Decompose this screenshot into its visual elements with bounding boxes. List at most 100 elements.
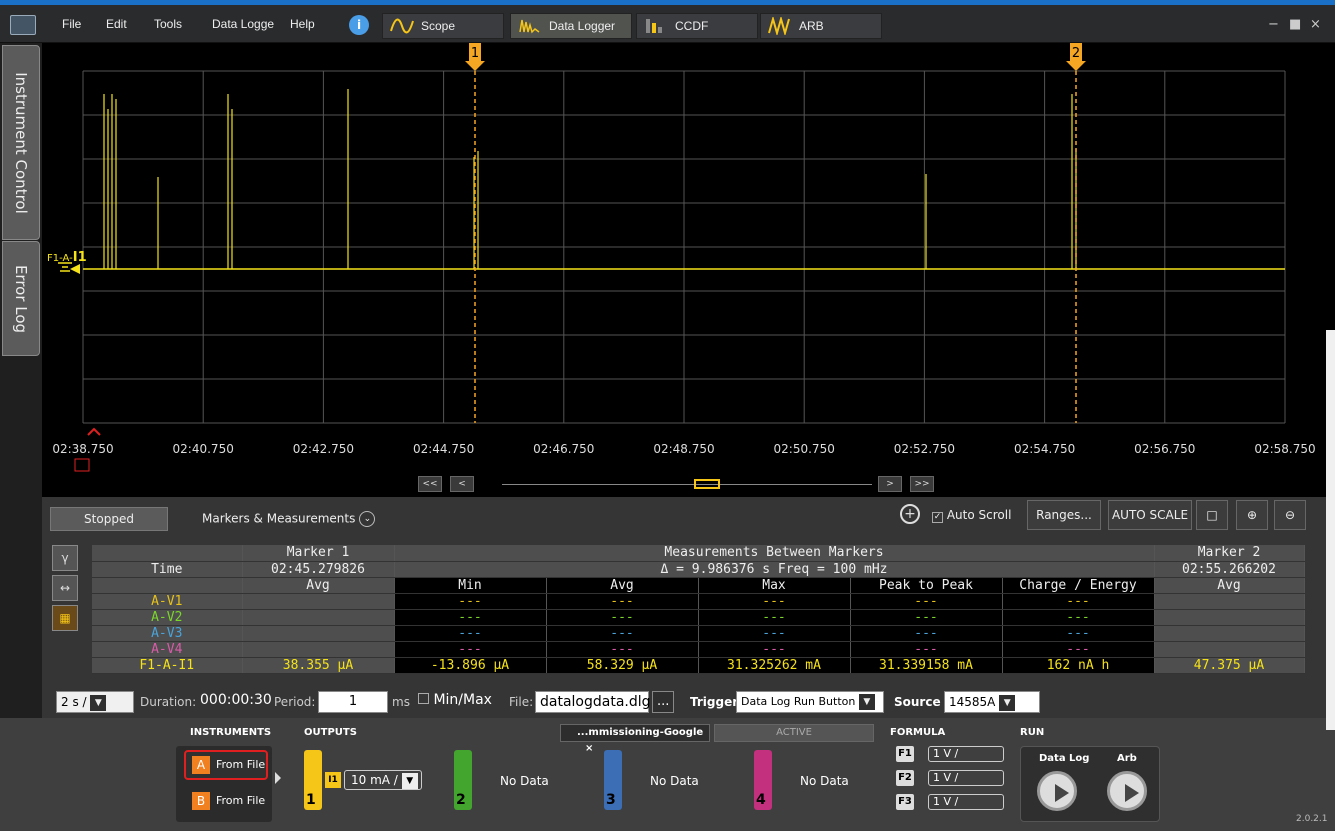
- status-indicator: Stopped: [50, 507, 168, 531]
- file-label: File:: [509, 695, 534, 709]
- timebase-select[interactable]: 2 s / ▼: [56, 691, 134, 713]
- instrument-b[interactable]: B From File: [184, 786, 268, 816]
- data-logger-icon: [519, 19, 540, 34]
- close-icon[interactable]: ×: [585, 743, 593, 754]
- zoom-in-icon[interactable]: ⊕: [1236, 500, 1268, 530]
- side-tabs: Instrument Control Error Log: [0, 43, 42, 718]
- table-cell: [242, 641, 395, 658]
- period-field[interactable]: 1: [318, 691, 388, 713]
- zoom-out-icon[interactable]: ⊖: [1274, 500, 1306, 530]
- checkbox-icon: [418, 693, 429, 704]
- formula-f3-select[interactable]: 1 V /: [928, 794, 1004, 810]
- trigger-select[interactable]: Data Log Run Button ▼: [736, 691, 884, 713]
- tab-scope[interactable]: Scope: [382, 13, 504, 39]
- tab-commissioning[interactable]: ...mmissioning-Google ×: [560, 724, 710, 754]
- table-cell: ---: [546, 641, 699, 658]
- file-browse-button[interactable]: ...: [652, 691, 674, 713]
- period-unit: ms: [392, 695, 410, 709]
- col-header: Min: [394, 577, 547, 594]
- run-header: RUN: [1020, 727, 1045, 738]
- output-channel-1[interactable]: 1: [304, 750, 322, 810]
- add-marker-icon[interactable]: +: [900, 504, 920, 524]
- tab-error-log-label: Error Log: [12, 264, 30, 333]
- run-arb-button[interactable]: [1107, 771, 1147, 811]
- run-datalog-button[interactable]: [1037, 771, 1077, 811]
- maximize-icon[interactable]: ■: [1289, 17, 1301, 32]
- table-view-icon[interactable]: ▦: [52, 605, 78, 631]
- menu-help[interactable]: Help: [290, 17, 315, 31]
- table-cell: 162 nA h: [1002, 657, 1155, 674]
- formula-f2-badge[interactable]: F2: [896, 770, 914, 786]
- channel-4-no-data: No Data: [800, 774, 849, 788]
- table-cell: ---: [850, 609, 1003, 626]
- formula-f1-badge[interactable]: F1: [896, 746, 914, 762]
- chevron-down-icon: ⌄: [359, 511, 376, 527]
- info-icon[interactable]: i: [349, 15, 369, 35]
- menu-data-logger[interactable]: Data Logge: [212, 17, 274, 31]
- plot-canvas[interactable]: 02:38.750 02:40.750 02:42.750 02:44.750 02:4…: [42, 43, 1335, 473]
- time-tick-label: 02:40.750: [173, 442, 234, 456]
- channel-3-no-data: No Data: [650, 774, 699, 788]
- time-tick-label: 02:52.750: [894, 442, 955, 456]
- trigger-value: Data Log Run Button: [741, 695, 856, 708]
- table-cell: ---: [1002, 641, 1155, 658]
- menu-file[interactable]: File: [62, 17, 81, 31]
- scroll-forward-button[interactable]: >: [878, 476, 902, 492]
- channel-1-scale-select[interactable]: 10 mA / ▼: [344, 770, 422, 790]
- measurements-table: Marker 1 Measurements Between Markers Ma…: [92, 545, 1305, 674]
- scroll-back-button[interactable]: <: [450, 476, 474, 492]
- tab-active[interactable]: ACTIVE: [714, 724, 874, 742]
- markers-measurements-toggle[interactable]: Markers & Measurements ⌄: [202, 511, 376, 527]
- close-icon[interactable]: ×: [1310, 17, 1321, 32]
- menu-tools[interactable]: Tools: [154, 17, 182, 31]
- probe-icon[interactable]: γ: [52, 545, 78, 571]
- output-channel-2[interactable]: 2: [454, 750, 472, 810]
- trace-arrow-icon: [70, 264, 80, 274]
- tab-ccdf-label: CCDF: [675, 19, 709, 33]
- channel-1-badge: I1: [325, 772, 341, 788]
- menu-edit[interactable]: Edit: [106, 17, 127, 31]
- output-channel-4[interactable]: 4: [754, 750, 772, 810]
- tab-commissioning-label: ...mmissioning-Google: [577, 727, 704, 738]
- tab-data-logger-label: Data Logger: [549, 19, 616, 33]
- channel-number: 4: [756, 792, 766, 808]
- formula-f3-badge[interactable]: F3: [896, 794, 914, 810]
- fit-width-icon[interactable]: ↔: [52, 575, 78, 601]
- auto-scale-button[interactable]: AUTO SCALE: [1108, 500, 1192, 530]
- tab-ccdf[interactable]: CCDF: [636, 13, 758, 39]
- minmax-checkbox[interactable]: Min/Max: [418, 692, 492, 708]
- duration-field[interactable]: 000:00:30: [200, 692, 272, 708]
- corner-cell: [92, 545, 243, 562]
- start-marker-icon: [74, 458, 90, 472]
- scroll-fast-back-button[interactable]: <<: [418, 476, 442, 492]
- trigger-label: Trigger: [690, 695, 739, 709]
- file-field[interactable]: datalogdata.dlg: [535, 691, 651, 713]
- source-select[interactable]: 14585A ▼: [944, 691, 1040, 713]
- expand-arrow-icon[interactable]: [275, 772, 281, 784]
- scroll-track[interactable]: [502, 484, 872, 485]
- tab-instrument-control[interactable]: Instrument Control: [2, 45, 40, 240]
- run-panel: Data Log Arb: [1020, 746, 1160, 822]
- zoom-region-icon[interactable]: □: [1196, 500, 1228, 530]
- scroll-fast-forward-button[interactable]: >>: [910, 476, 934, 492]
- marker-arrow-icon: [465, 61, 485, 71]
- app-icon[interactable]: [10, 15, 36, 35]
- formula-f2-select[interactable]: 1 V /: [928, 770, 1004, 786]
- tab-error-log[interactable]: Error Log: [2, 241, 40, 356]
- tab-instrument-control-label: Instrument Control: [12, 71, 30, 214]
- auto-scroll-checkbox[interactable]: ✓ Auto Scroll: [932, 508, 1011, 523]
- ranges-button[interactable]: Ranges...: [1027, 500, 1101, 530]
- tab-data-logger[interactable]: Data Logger: [510, 13, 632, 39]
- tab-arb[interactable]: ARB: [760, 13, 882, 39]
- output-channel-3[interactable]: 3: [604, 750, 622, 810]
- formula-f1-select[interactable]: 1 V /: [928, 746, 1004, 762]
- plot-area[interactable]: 02:38.750 02:40.750 02:42.750 02:44.750 02:4…: [42, 43, 1335, 473]
- minimize-icon[interactable]: −: [1268, 17, 1279, 32]
- scroll-thumb[interactable]: [694, 479, 720, 489]
- table-cell: ---: [546, 625, 699, 642]
- instrument-a[interactable]: A From File: [184, 750, 268, 780]
- table-row: A-V3 --- --- --- --- ---: [92, 625, 1305, 642]
- time-tick-label: 02:54.750: [1014, 442, 1075, 456]
- delta-freq: Δ = 9.986376 s Freq = 100 mHz: [394, 561, 1155, 578]
- table-cell: ---: [394, 625, 547, 642]
